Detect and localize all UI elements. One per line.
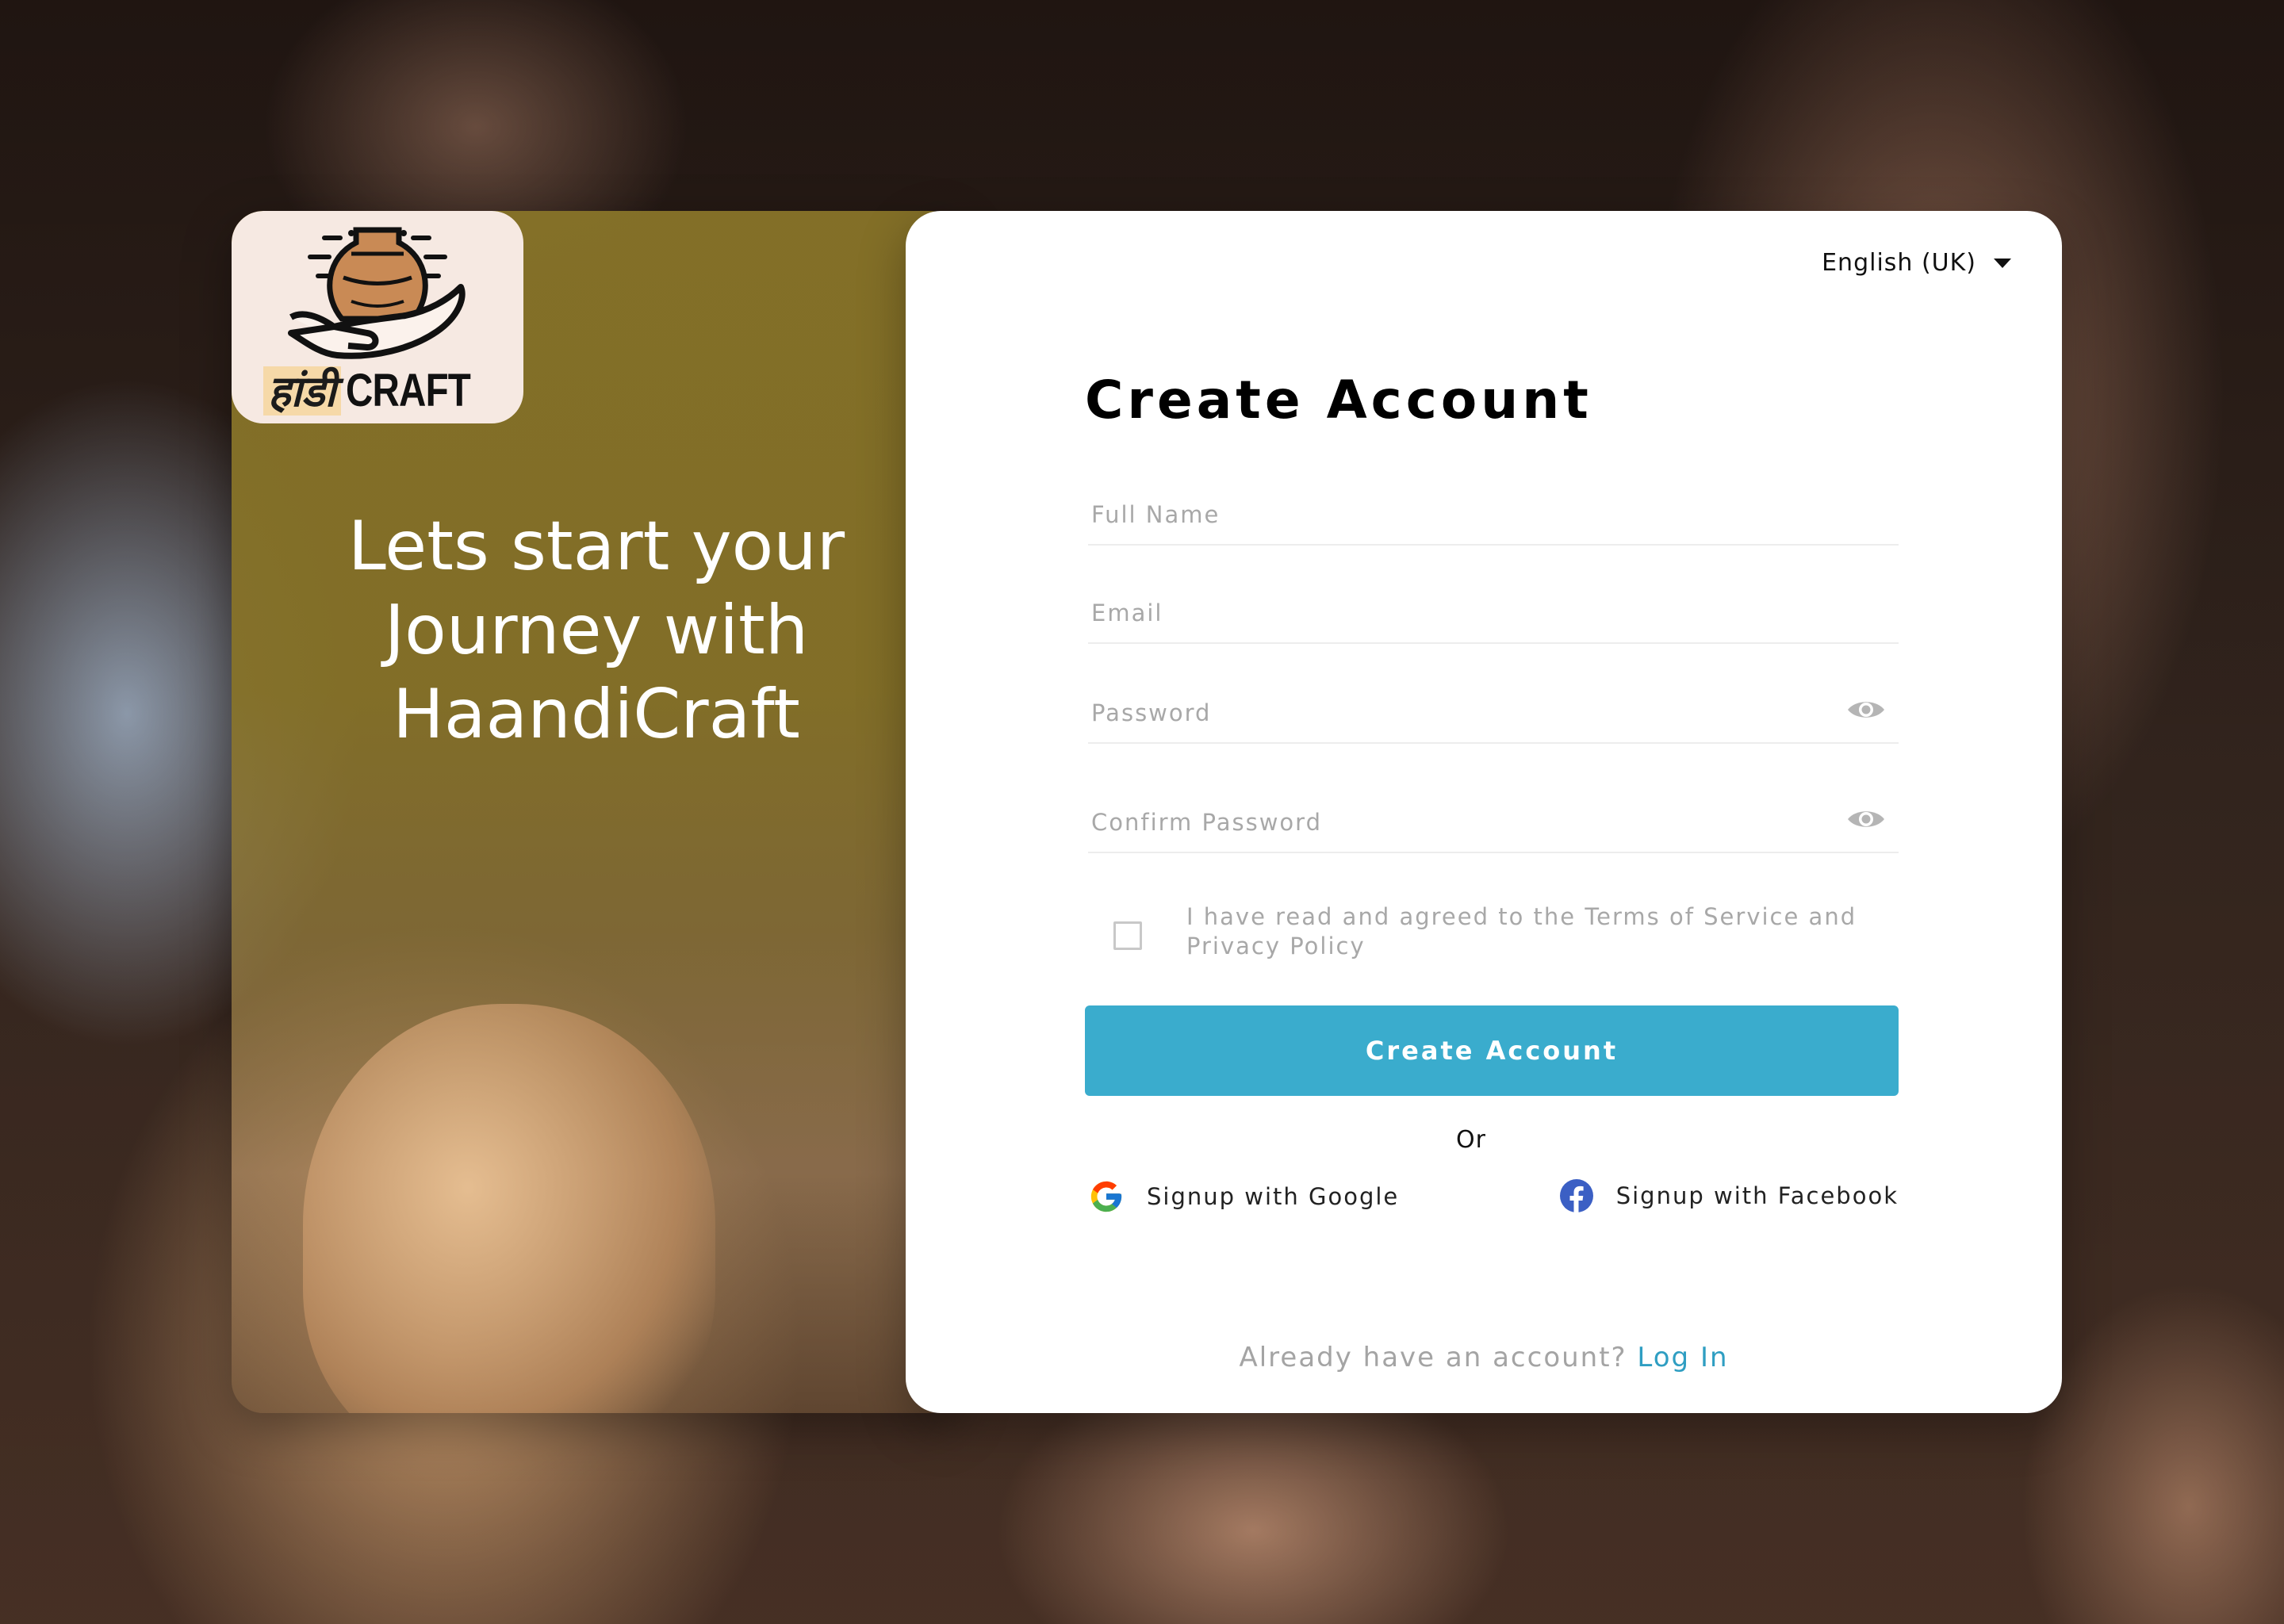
terms-agreement: I have read and agreed to the Terms of S… xyxy=(1113,902,1875,974)
facebook-icon xyxy=(1559,1179,1593,1213)
terms-checkbox[interactable] xyxy=(1113,921,1142,950)
brand-wordmark: हांडी CRAFT xyxy=(263,366,497,416)
brand-wordmark-english: CRAFT xyxy=(345,365,471,416)
signup-google-label: Signup with Google xyxy=(1147,1183,1400,1210)
login-prompt-text: Already have an account? xyxy=(1239,1342,1627,1373)
language-selector[interactable]: English (UK) xyxy=(1822,249,2011,277)
brand-panel: हांडी CRAFT Lets start your Journey with… xyxy=(232,211,961,1413)
pot-in-hand-icon xyxy=(288,227,466,359)
language-selected: English (UK) xyxy=(1822,249,1976,277)
signup-facebook-label: Signup with Facebook xyxy=(1615,1182,1899,1209)
brand-logo: हांडी CRAFT xyxy=(232,211,523,423)
signup-facebook-button[interactable]: Signup with Facebook xyxy=(1559,1178,1899,1213)
terms-label: I have read and agreed to the Terms of S… xyxy=(1186,903,1857,959)
login-prompt: Already have an account? Log In xyxy=(906,1342,2062,1373)
page-title: Create Account xyxy=(1085,370,1592,431)
password-input[interactable] xyxy=(1090,693,1822,733)
email-input[interactable] xyxy=(1090,593,1822,633)
caret-down-icon xyxy=(1994,258,2011,268)
password-field xyxy=(1088,676,1899,744)
full-name-input[interactable] xyxy=(1090,495,1822,534)
confirm-password-field xyxy=(1088,785,1899,853)
full-name-field xyxy=(1088,477,1899,546)
create-account-button[interactable]: Create Account xyxy=(1085,1005,1899,1096)
signup-google-button[interactable]: Signup with Google xyxy=(1088,1178,1399,1215)
eye-icon[interactable] xyxy=(1846,696,1886,723)
or-divider: Or xyxy=(1456,1126,1486,1154)
signup-card: English (UK) Create Account I have read … xyxy=(906,211,2062,1413)
eye-icon[interactable] xyxy=(1846,806,1886,833)
google-icon xyxy=(1090,1181,1122,1212)
confirm-password-input[interactable] xyxy=(1090,802,1822,842)
login-link[interactable]: Log In xyxy=(1637,1342,1728,1373)
brand-tagline: Lets start your Journey with HaandiCraft xyxy=(347,507,845,754)
brand-wordmark-hindi: हांडी xyxy=(263,366,341,416)
pottery-backdrop xyxy=(303,1004,715,1413)
email-field xyxy=(1088,576,1899,644)
